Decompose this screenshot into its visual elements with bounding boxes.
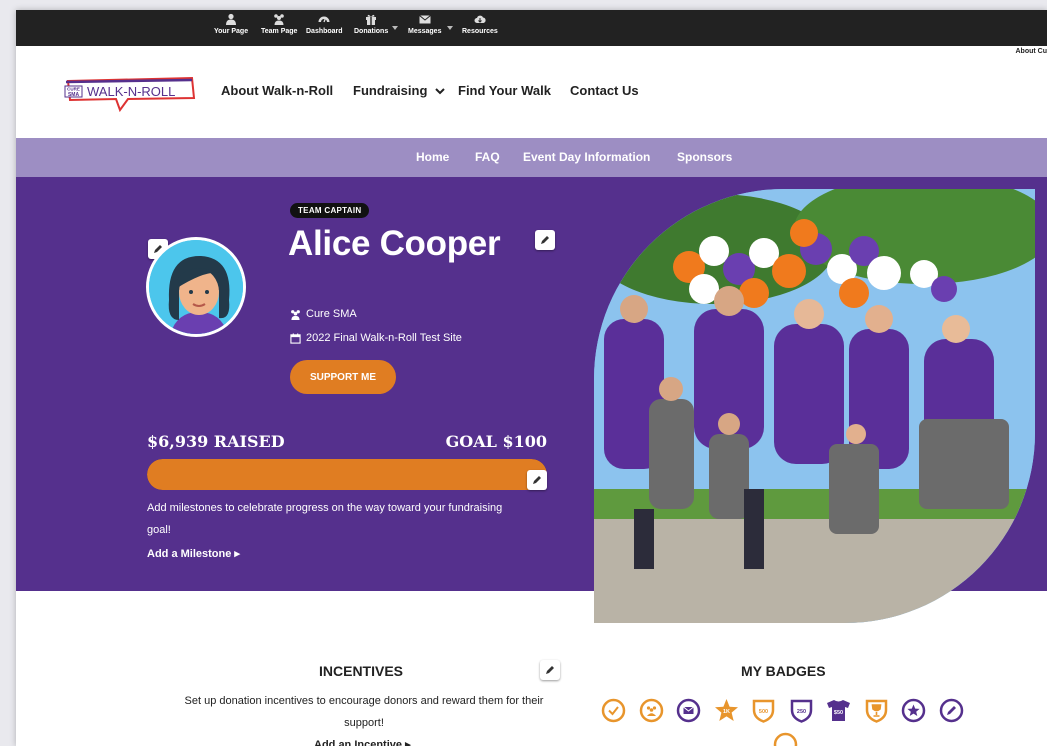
badge-label: 1K: [722, 709, 729, 715]
chevron-down-icon[interactable]: [447, 26, 453, 30]
toolbar-label: Your Page: [214, 28, 249, 35]
cloud-icon: [474, 15, 486, 23]
toolbar-label: Team Page: [261, 28, 298, 35]
star-1k-badge-icon[interactable]: 1K: [714, 698, 739, 723]
subnav-sponsors[interactable]: Sponsors: [677, 150, 732, 164]
progress-bar: [147, 459, 547, 490]
gift-icon: [366, 14, 377, 25]
top-toolbar: Your Page Team Page Dashboard Donations …: [16, 10, 1047, 46]
pencil-icon: [546, 666, 554, 674]
subnav-faq[interactable]: FAQ: [475, 150, 500, 164]
organization-line: Cure SMA: [290, 308, 357, 320]
about-link-cut[interactable]: About Cu: [1016, 48, 1047, 55]
participant-name: Alice Cooper: [288, 224, 501, 263]
star-circle-badge-icon[interactable]: [901, 698, 926, 723]
svg-text:CURE: CURE: [67, 87, 80, 92]
shield-250-badge-icon[interactable]: 250: [789, 698, 814, 723]
toolbar-dashboard[interactable]: Dashboard: [306, 13, 343, 35]
badge-label: 250: [796, 709, 805, 715]
add-milestone-link[interactable]: Add a Milestone ▸: [147, 547, 240, 560]
badge-label: $50: [834, 710, 843, 716]
envelope-icon: [418, 15, 431, 24]
calendar-icon: [290, 332, 301, 344]
page-frame: Your Page Team Page Dashboard Donations …: [16, 10, 1047, 746]
nav-fundraising[interactable]: Fundraising: [353, 83, 445, 98]
walk-n-roll-logo: CURE SMA WALK-N-ROLL: [64, 76, 196, 113]
incentives-title: INCENTIVES: [319, 663, 404, 679]
milestone-prompt: Add milestones to celebrate progress on …: [147, 502, 503, 536]
user-icon: [226, 13, 237, 25]
badge-label: 500: [759, 709, 768, 715]
shirt-50-badge-icon[interactable]: $50: [826, 698, 851, 723]
team-photo: [594, 189, 1035, 623]
chevron-down-icon[interactable]: [392, 26, 398, 30]
add-incentive-link[interactable]: Add an Incentive ▸: [314, 738, 411, 746]
incentives-description: Set up donation incentives to encourage …: [184, 695, 544, 729]
toolbar-messages[interactable]: Messages: [408, 13, 441, 35]
badges-title: MY BADGES: [741, 663, 826, 679]
edit-name-button[interactable]: [535, 230, 555, 250]
toolbar-donations[interactable]: Donations: [354, 13, 388, 35]
subnav-home[interactable]: Home: [416, 150, 449, 164]
svg-text:SMA: SMA: [68, 92, 80, 98]
subnav-event-day[interactable]: Event Day Information: [523, 150, 650, 164]
amount-raised: $6,939 RAISED: [147, 432, 285, 451]
event-line: 2022 Final Walk-n-Roll Test Site: [290, 332, 462, 344]
team-badge-icon[interactable]: [639, 698, 664, 723]
toolbar-label: Resources: [462, 28, 498, 35]
sub-navigation: Home FAQ Event Day Information Sponsors: [16, 138, 1047, 177]
avatar: [146, 237, 246, 337]
toolbar-your-page[interactable]: Your Page: [214, 13, 248, 35]
dashboard-icon: [318, 16, 330, 23]
team-icon: [291, 309, 300, 320]
nav-fundraising-label: Fundraising: [353, 83, 428, 98]
nav-about[interactable]: About Walk-n-Roll: [221, 83, 333, 98]
team-icon: [274, 14, 285, 25]
edit-incentives-button[interactable]: [540, 660, 560, 680]
shield-500-badge-icon[interactable]: 500: [751, 698, 776, 723]
edit-goal-button[interactable]: [527, 470, 547, 490]
event-name: 2022 Final Walk-n-Roll Test Site: [306, 332, 462, 344]
fundraising-goal: GOAL $100: [445, 432, 547, 451]
toolbar-label: Donations: [354, 28, 389, 35]
pencil-icon: [541, 236, 549, 244]
pencil-badge-icon[interactable]: [939, 698, 964, 723]
progress-bar-fill: [147, 459, 547, 490]
nav-find-your-walk[interactable]: Find Your Walk: [458, 83, 551, 98]
toolbar-resources[interactable]: Resources: [462, 13, 498, 35]
toolbar-label: Messages: [408, 28, 442, 35]
badge-overflow-icon: [773, 732, 798, 746]
support-me-button[interactable]: SUPPORT ME: [290, 360, 396, 394]
nav-contact[interactable]: Contact Us: [570, 83, 639, 98]
toolbar-label: Dashboard: [306, 28, 343, 35]
envelope-badge-icon[interactable]: [676, 698, 701, 723]
toolbar-team-page[interactable]: Team Page: [261, 13, 297, 35]
site-logo[interactable]: CURE SMA WALK-N-ROLL: [60, 76, 200, 113]
organization-name: Cure SMA: [306, 308, 357, 320]
trophy-badge-icon[interactable]: [864, 698, 889, 723]
check-badge-icon[interactable]: [601, 698, 626, 723]
pencil-icon: [533, 476, 541, 484]
svg-text:WALK-N-ROLL: WALK-N-ROLL: [87, 84, 175, 99]
chevron-down-icon: [435, 88, 445, 95]
role-badge: TEAM CAPTAIN: [290, 203, 370, 218]
